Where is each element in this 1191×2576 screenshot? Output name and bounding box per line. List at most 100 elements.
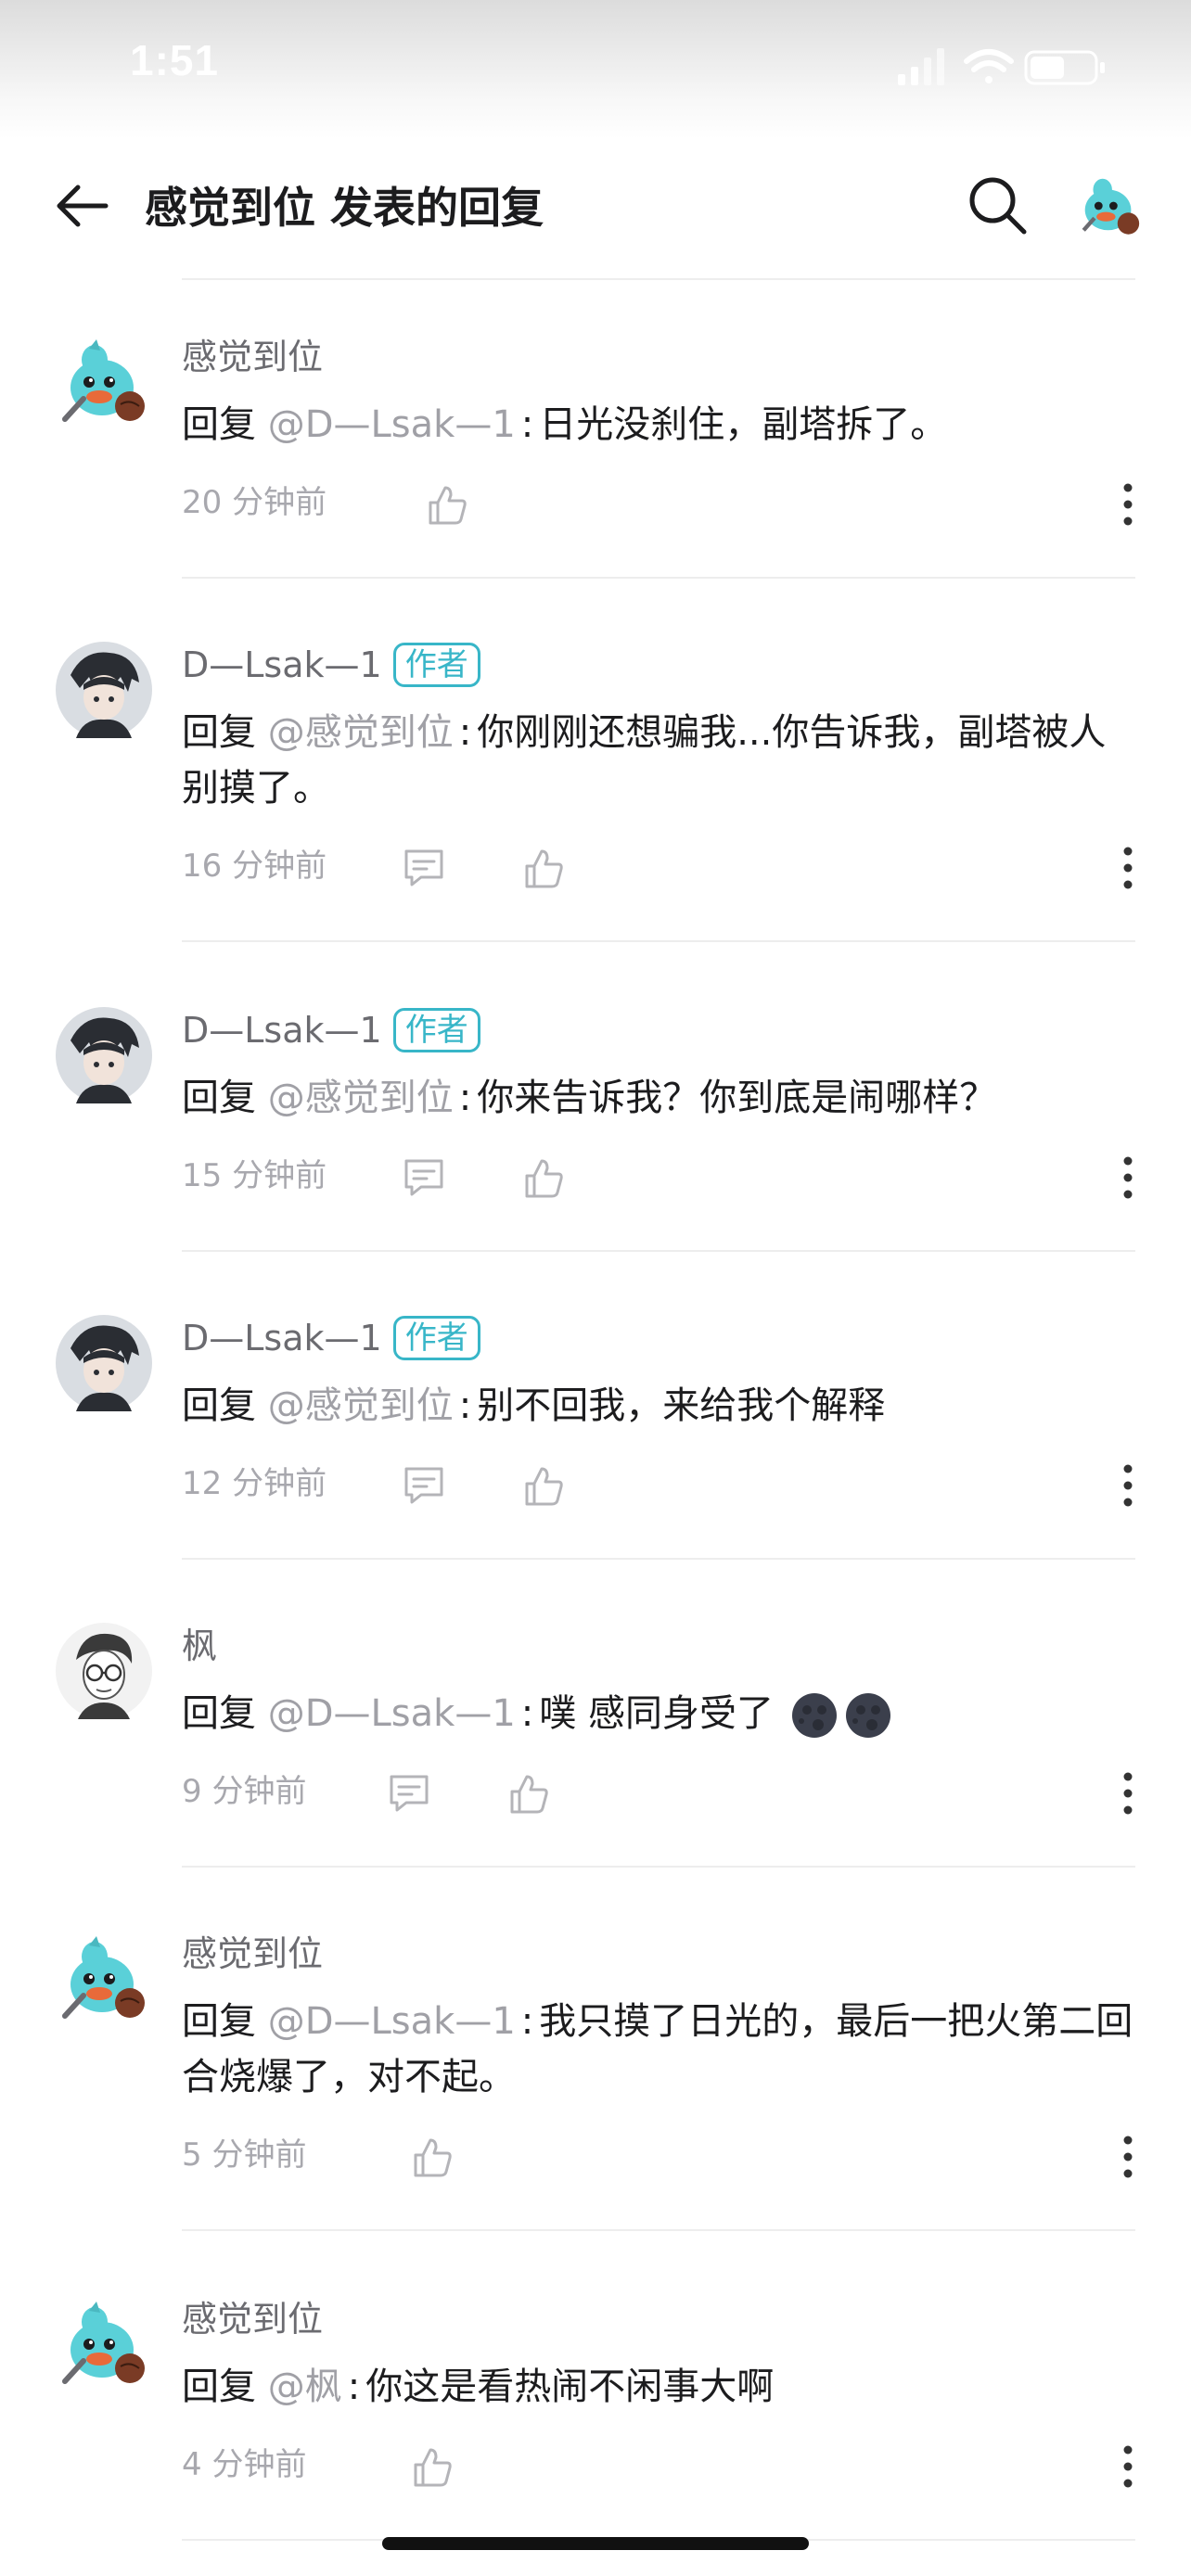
more-vertical-icon[interactable]	[1100, 478, 1156, 530]
more-vertical-icon[interactable]	[1100, 1460, 1156, 1511]
reply-text: 噗 感同身受了	[539, 1692, 774, 1735]
status-bar: 1:51	[0, 0, 1191, 139]
author-name[interactable]: 感觉到位	[182, 2299, 323, 2340]
reply-prefix: 回复	[182, 2366, 256, 2408]
mention-link[interactable]: @D—Lsak—1	[268, 1692, 516, 1735]
reply-time: 15 分钟前	[182, 1157, 327, 1194]
thumbs-up-icon[interactable]	[423, 482, 469, 529]
reply-author[interactable]: D—Lsak—1 作者	[182, 1007, 480, 1055]
reply-text: 日光没刹住，副塔拆了。	[539, 403, 948, 446]
reply-text: 你来告诉我？你到底是闹哪样？	[477, 1077, 997, 1119]
avatar[interactable]	[56, 334, 152, 430]
page-title: 感觉到位 发表的回复	[145, 183, 544, 233]
reply-item[interactable]: D—Lsak—1 作者回复 @感觉到位: 你刚刚还想骗我...你告诉我，副塔被人别摸…	[0, 642, 1191, 942]
reply-time: 12 分钟前	[182, 1465, 327, 1502]
reply-meta: 15 分钟前	[182, 1150, 1191, 1205]
reply-divider	[182, 2229, 1135, 2231]
reply-item[interactable]: 感觉到位回复 @D—Lsak—1: 日光没刹住，副塔拆了。 20 分钟前	[0, 334, 1191, 612]
reply-author[interactable]: 感觉到位	[182, 1931, 323, 1977]
mention-link[interactable]: @D—Lsak—1	[268, 403, 516, 446]
avatar[interactable]	[56, 1931, 152, 2027]
header-divider	[182, 278, 1135, 280]
author-name[interactable]: 枫	[182, 1626, 217, 1666]
author-name[interactable]: 感觉到位	[182, 1933, 323, 1974]
reply-text: 别不回我，来给我个解释	[477, 1384, 886, 1427]
thumbs-up-icon[interactable]	[519, 1463, 566, 1510]
mention-link[interactable]: @感觉到位	[268, 1384, 454, 1427]
avatar[interactable]	[56, 2296, 152, 2392]
reply-meta: 12 分钟前	[182, 1458, 1191, 1513]
mention-separator: :	[458, 711, 472, 754]
reply-author[interactable]: D—Lsak—1 作者	[182, 1315, 480, 1363]
mention-separator: :	[520, 1692, 534, 1735]
reply-time: 16 分钟前	[182, 848, 327, 885]
mention-separator: :	[458, 1077, 472, 1119]
comment-icon[interactable]	[401, 846, 447, 892]
more-vertical-icon[interactable]	[1100, 2441, 1156, 2493]
avatar[interactable]	[56, 642, 152, 738]
avatar[interactable]	[1074, 171, 1145, 241]
wifi-icon	[964, 49, 1014, 83]
reply-meta: 20 分钟前	[182, 477, 1191, 532]
reply-divider	[182, 940, 1135, 942]
mention-link[interactable]: @枫	[268, 2366, 342, 2408]
status-time: 1:51	[130, 36, 220, 84]
reply-prefix: 回复	[182, 1692, 256, 1735]
author-name[interactable]: D—Lsak—1	[182, 1010, 382, 1051]
reply-author[interactable]: 感觉到位	[182, 334, 323, 380]
author-name[interactable]: 感觉到位	[182, 337, 323, 377]
more-vertical-icon[interactable]	[1100, 2131, 1156, 2183]
comment-icon[interactable]	[401, 1155, 447, 1202]
search-icon[interactable]	[965, 172, 1030, 237]
reply-item[interactable]: 感觉到位回复 @D—Lsak—1: 我只摸了日光的，最后一把火第二回合烧爆了，对不…	[0, 1931, 1191, 2231]
author-name[interactable]: D—Lsak—1	[182, 644, 382, 685]
mention-link[interactable]: @感觉到位	[268, 711, 454, 754]
reply-divider	[182, 1558, 1135, 1560]
reply-text: 你这是看热闹不闲事大啊	[365, 2366, 775, 2408]
reply-prefix: 回复	[182, 711, 256, 754]
thumbs-up-icon[interactable]	[408, 2444, 455, 2491]
thumbs-up-icon[interactable]	[519, 1155, 566, 1202]
thumbs-up-icon[interactable]	[505, 1771, 551, 1817]
reply-time: 4 分钟前	[182, 2446, 307, 2483]
more-vertical-icon[interactable]	[1100, 842, 1156, 894]
reply-meta: 4 分钟前	[182, 2439, 1191, 2494]
status-icons	[898, 48, 1105, 85]
mention-link[interactable]: @D—Lsak—1	[268, 2000, 516, 2043]
author-name[interactable]: D—Lsak—1	[182, 1318, 382, 1358]
avatar[interactable]	[56, 1315, 152, 1411]
reply-time: 5 分钟前	[182, 2136, 307, 2174]
arrow-left-icon[interactable]	[54, 176, 113, 236]
mention-link[interactable]: @感觉到位	[268, 1077, 454, 1119]
reply-meta: 16 分钟前	[182, 840, 1191, 896]
signal-icon	[898, 48, 944, 85]
reply-prefix: 回复	[182, 1384, 256, 1427]
avatar[interactable]	[56, 1623, 152, 1719]
reply-item[interactable]: 枫回复 @D—Lsak—1: 噗 感同身受了 9 分钟前	[0, 1623, 1191, 1901]
comment-icon[interactable]	[386, 1771, 432, 1817]
home-indicator[interactable]	[382, 2537, 809, 2550]
author-badge: 作者	[392, 1315, 480, 1360]
reply-content: 回复 @感觉到位: 你刚刚还想骗我...你告诉我，副塔被人别摸了。	[182, 705, 1137, 816]
thumbs-up-icon[interactable]	[408, 2135, 455, 2181]
reply-content: 回复 @感觉到位: 别不回我，来给我个解释	[182, 1378, 1137, 1434]
thumbs-up-icon[interactable]	[519, 846, 566, 892]
reply-author[interactable]: 枫	[182, 1623, 217, 1669]
reply-item[interactable]: D—Lsak—1 作者 回复 @感觉到位: 你来告诉我？你到底是闹哪样？ 15 分钟前	[0, 1007, 1191, 1285]
reply-author[interactable]: D—Lsak—1 作者	[182, 642, 480, 690]
avatar[interactable]	[56, 1007, 152, 1103]
mention-separator: :	[458, 1384, 472, 1427]
reply-item[interactable]: D—Lsak—1 作者回复 @感觉到位: 别不回我，来给我个解释 12 分钟前	[0, 1315, 1191, 1593]
reply-author[interactable]: 感觉到位	[182, 2296, 323, 2342]
more-vertical-icon[interactable]	[1100, 1767, 1156, 1819]
mention-separator: :	[520, 403, 534, 446]
reply-content: 回复 @D—Lsak—1: 我只摸了日光的，最后一把火第二回合烧爆了，对不起。	[182, 1994, 1137, 2105]
reply-item[interactable]: 感觉到位 回复 @枫: 你这是看热闹不闲事大啊 4 分钟前	[0, 2296, 1191, 2574]
page-header: 感觉到位 发表的回复	[0, 148, 1191, 260]
comment-icon[interactable]	[401, 1463, 447, 1510]
more-vertical-icon[interactable]	[1100, 1152, 1156, 1204]
reply-divider	[182, 1250, 1135, 1252]
reply-divider	[182, 577, 1135, 579]
reply-content: 回复 @D—Lsak—1: 日光没刹住，副塔拆了。	[182, 397, 1137, 453]
reply-meta: 5 分钟前	[182, 2129, 1191, 2185]
